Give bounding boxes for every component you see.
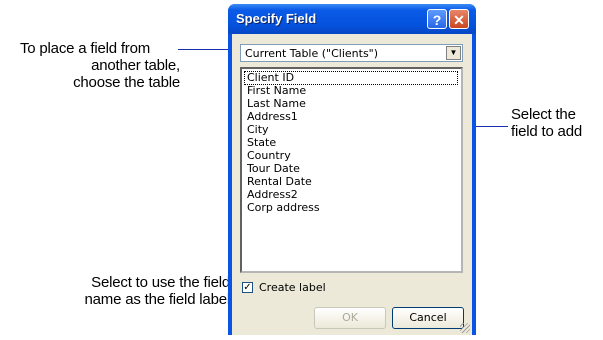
specify-field-dialog: Specify Field ? ✕ Current Table ("Client… — [228, 4, 476, 335]
callout-line: another table, — [91, 57, 180, 74]
chevron-down-icon[interactable]: ▼ — [446, 46, 461, 60]
callout-create-label: Select to use the field name as the fiel… — [20, 274, 231, 308]
title-bar[interactable]: Specify Field ? ✕ — [228, 4, 476, 34]
list-item[interactable]: First Name — [245, 85, 308, 97]
list-item[interactable]: Corp address — [245, 202, 322, 214]
callout-line: choose the table — [73, 74, 180, 91]
list-item[interactable]: Address2 — [245, 189, 300, 201]
list-item[interactable]: Tour Date — [245, 163, 302, 175]
callout-line: Select to use the field — [91, 274, 230, 291]
dialog-body: Current Table ("Clients") ▼ Client ID Fi… — [232, 34, 472, 335]
list-item[interactable]: Rental Date — [245, 176, 314, 188]
create-label-text: Create label — [259, 281, 326, 294]
callout-line: To place a field from — [20, 40, 151, 57]
list-item[interactable]: City — [245, 124, 271, 136]
callout-line: Select the — [511, 106, 576, 123]
callout-choose-table: To place a field from — [20, 40, 180, 57]
resize-grip-icon[interactable] — [460, 323, 470, 333]
field-list[interactable]: Client ID First Name Last Name Address1 … — [240, 67, 463, 273]
help-button[interactable]: ? — [427, 9, 447, 29]
list-item[interactable]: Country — [245, 150, 293, 162]
list-item[interactable]: State — [245, 137, 278, 149]
table-select[interactable]: Current Table ("Clients") ▼ — [240, 44, 463, 62]
close-button[interactable]: ✕ — [449, 9, 469, 29]
dialog-title: Specify Field — [236, 11, 317, 26]
callout-select-field: Select the field to add — [511, 106, 603, 140]
list-item[interactable]: Last Name — [245, 98, 308, 110]
ok-button[interactable]: OK — [314, 307, 386, 329]
list-item[interactable]: Client ID — [244, 71, 458, 85]
table-select-value: Current Table ("Clients") — [245, 47, 379, 60]
list-item[interactable]: Address1 — [245, 111, 300, 123]
callout-line: name as the field label — [84, 291, 231, 308]
callout-choose-table-cont: another table, choose the table — [0, 57, 180, 91]
callout-line: field to add — [511, 123, 582, 140]
cancel-button[interactable]: Cancel — [392, 307, 464, 329]
create-label-checkbox[interactable]: ✓ — [242, 282, 253, 293]
